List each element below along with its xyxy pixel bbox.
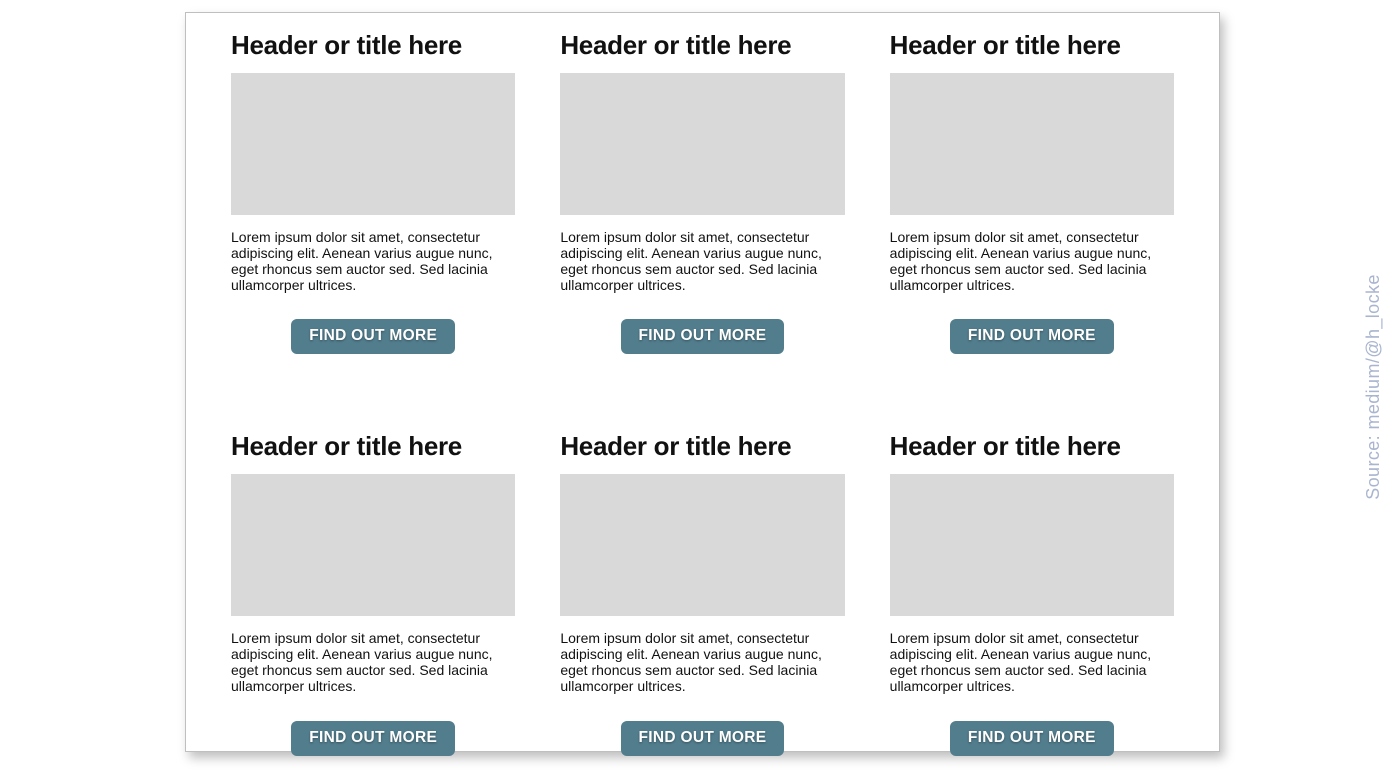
- card-title: Header or title here: [231, 432, 515, 462]
- card-title: Header or title here: [890, 432, 1174, 462]
- card: Header or title here Lorem ipsum dolor s…: [231, 432, 515, 755]
- card-button-row: FIND OUT MORE: [231, 721, 515, 756]
- card: Header or title here Lorem ipsum dolor s…: [890, 432, 1174, 755]
- source-watermark: Source: medium/@h_locke: [1363, 274, 1384, 500]
- find-out-more-button[interactable]: FIND OUT MORE: [621, 721, 785, 756]
- card: Header or title here Lorem ipsum dolor s…: [231, 31, 515, 354]
- find-out-more-button[interactable]: FIND OUT MORE: [291, 721, 455, 756]
- card-button-row: FIND OUT MORE: [890, 721, 1174, 756]
- card-title: Header or title here: [560, 432, 844, 462]
- card-title: Header or title here: [231, 31, 515, 61]
- card-grid: Header or title here Lorem ipsum dolor s…: [231, 31, 1174, 756]
- card-button-row: FIND OUT MORE: [560, 721, 844, 756]
- card-body-text: Lorem ipsum dolor sit amet, consectetur …: [231, 229, 515, 293]
- card-button-row: FIND OUT MORE: [560, 319, 844, 354]
- card-button-row: FIND OUT MORE: [231, 319, 515, 354]
- image-placeholder: [890, 73, 1174, 215]
- card-button-row: FIND OUT MORE: [890, 319, 1174, 354]
- wireframe-panel: Header or title here Lorem ipsum dolor s…: [185, 12, 1220, 752]
- card: Header or title here Lorem ipsum dolor s…: [560, 432, 844, 755]
- image-placeholder: [560, 474, 844, 616]
- find-out-more-button[interactable]: FIND OUT MORE: [621, 319, 785, 354]
- image-placeholder: [890, 474, 1174, 616]
- find-out-more-button[interactable]: FIND OUT MORE: [950, 721, 1114, 756]
- card-body-text: Lorem ipsum dolor sit amet, consectetur …: [560, 630, 844, 694]
- card-title: Header or title here: [560, 31, 844, 61]
- card: Header or title here Lorem ipsum dolor s…: [890, 31, 1174, 354]
- image-placeholder: [231, 474, 515, 616]
- find-out-more-button[interactable]: FIND OUT MORE: [950, 319, 1114, 354]
- image-placeholder: [231, 73, 515, 215]
- card-body-text: Lorem ipsum dolor sit amet, consectetur …: [560, 229, 844, 293]
- find-out-more-button[interactable]: FIND OUT MORE: [291, 319, 455, 354]
- card-body-text: Lorem ipsum dolor sit amet, consectetur …: [890, 630, 1174, 694]
- card-body-text: Lorem ipsum dolor sit amet, consectetur …: [890, 229, 1174, 293]
- card: Header or title here Lorem ipsum dolor s…: [560, 31, 844, 354]
- card-body-text: Lorem ipsum dolor sit amet, consectetur …: [231, 630, 515, 694]
- image-placeholder: [560, 73, 844, 215]
- card-title: Header or title here: [890, 31, 1174, 61]
